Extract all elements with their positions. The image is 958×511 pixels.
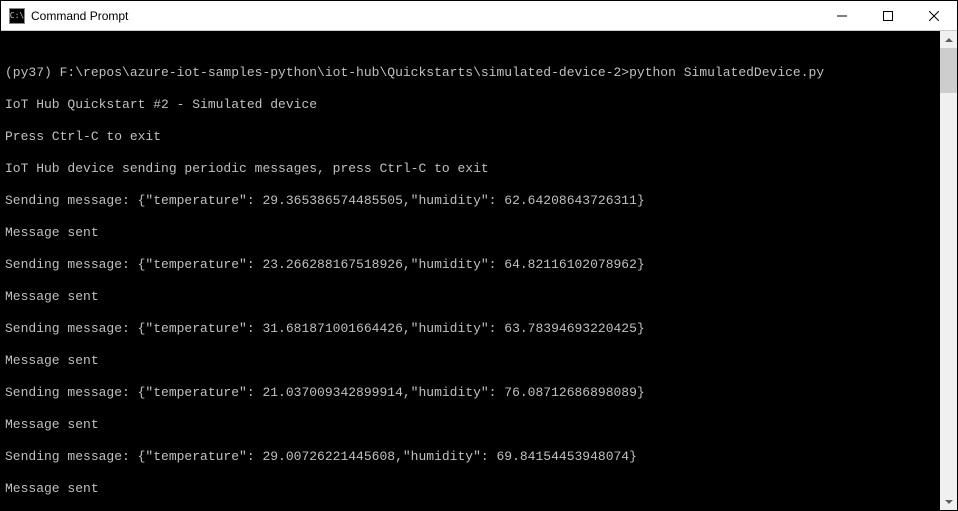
scroll-down-button[interactable] — [940, 493, 957, 510]
terminal-line: Message sent — [5, 353, 936, 369]
terminal-line: Press Ctrl-C to exit — [5, 129, 936, 145]
terminal-line: (py37) F:\repos\azure-iot-samples-python… — [5, 65, 936, 81]
close-icon — [929, 11, 939, 21]
app-icon: C:\ — [9, 8, 25, 24]
terminal-line: IoT Hub device sending periodic messages… — [5, 161, 936, 177]
vertical-scrollbar[interactable] — [940, 31, 957, 510]
chevron-up-icon — [945, 38, 953, 42]
terminal-line: Sending message: {"temperature": 31.6818… — [5, 321, 936, 337]
terminal-line: Message sent — [5, 417, 936, 433]
scroll-track[interactable] — [940, 48, 957, 493]
chevron-down-icon — [945, 500, 953, 504]
minimize-icon — [837, 11, 847, 21]
maximize-icon — [883, 11, 893, 21]
minimize-button[interactable] — [819, 1, 865, 30]
terminal-output[interactable]: (py37) F:\repos\azure-iot-samples-python… — [1, 31, 940, 510]
terminal-line: Sending message: {"temperature": 29.0072… — [5, 449, 936, 465]
terminal-line: Sending message: {"temperature": 29.3653… — [5, 193, 936, 209]
terminal-line: Message sent — [5, 289, 936, 305]
terminal-wrapper: (py37) F:\repos\azure-iot-samples-python… — [1, 31, 957, 510]
window-title: Command Prompt — [31, 9, 819, 23]
window-titlebar: C:\ Command Prompt — [1, 1, 957, 31]
terminal-line: Sending message: {"temperature": 21.0370… — [5, 385, 936, 401]
scroll-thumb[interactable] — [940, 48, 957, 93]
terminal-line: Sending message: {"temperature": 23.2662… — [5, 257, 936, 273]
terminal-line: Message sent — [5, 481, 936, 497]
terminal-line: IoT Hub Quickstart #2 - Simulated device — [5, 97, 936, 113]
close-button[interactable] — [911, 1, 957, 30]
terminal-line: Message sent — [5, 225, 936, 241]
window-controls — [819, 1, 957, 30]
maximize-button[interactable] — [865, 1, 911, 30]
scroll-up-button[interactable] — [940, 31, 957, 48]
